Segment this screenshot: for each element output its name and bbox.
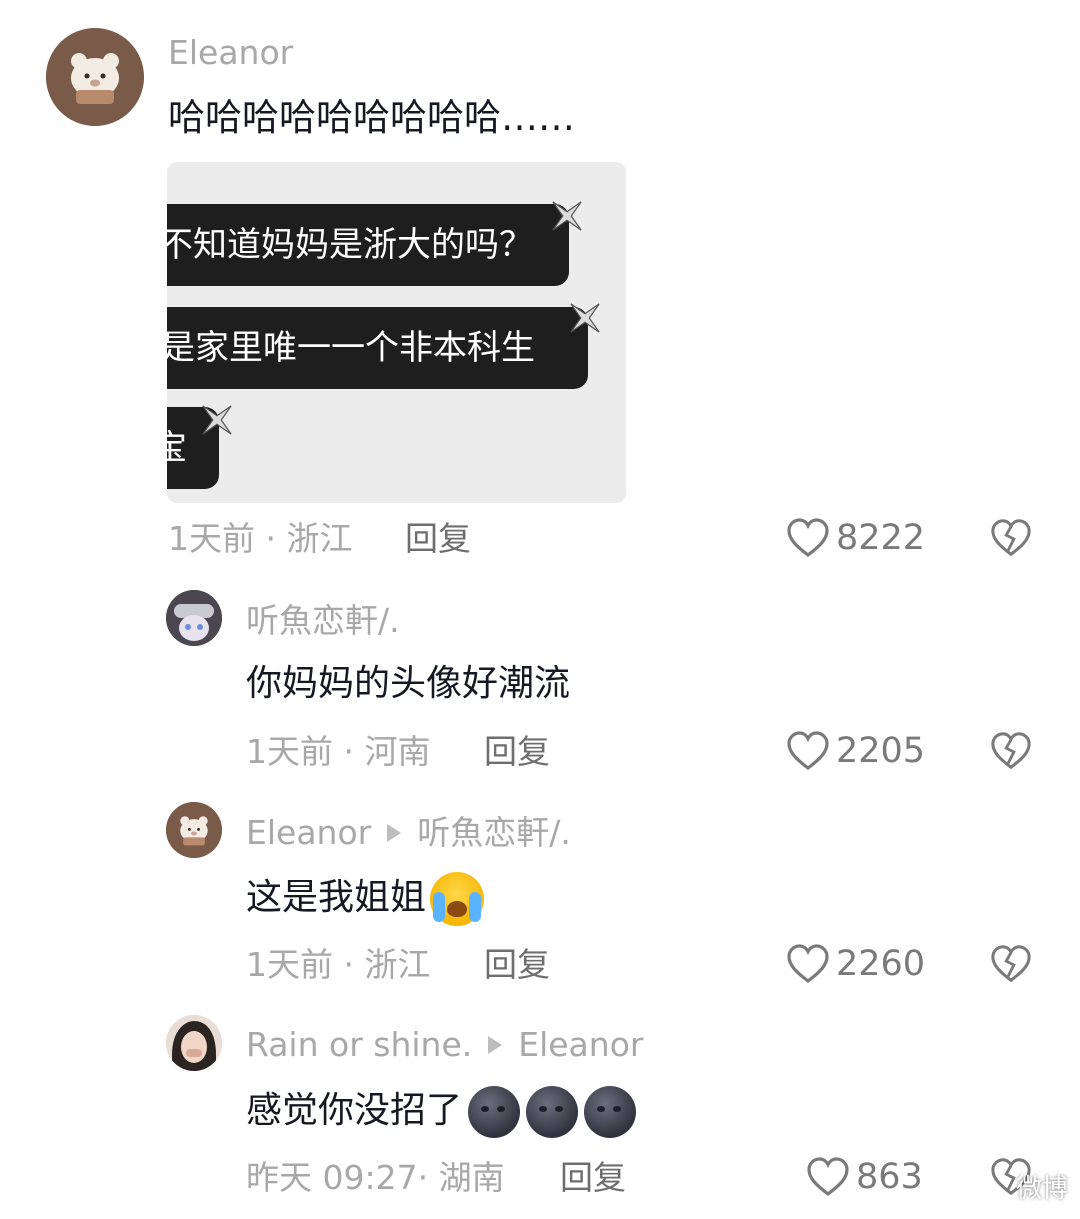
comment-username-row: Rain or shine. Eleanor — [246, 1028, 643, 1061]
comment-location: 湖南 — [438, 1158, 505, 1197]
like-count: 2260 — [836, 943, 926, 984]
avatar[interactable] — [166, 802, 222, 858]
dislike-button[interactable] — [990, 943, 1032, 989]
heart-icon — [787, 731, 829, 771]
sparkle-icon — [552, 201, 582, 231]
like-button[interactable]: 8222 — [786, 517, 925, 559]
comment-text-row: 感觉你没招了 — [246, 1086, 637, 1138]
heart-icon — [787, 944, 829, 984]
like-count: 2205 — [836, 730, 926, 771]
attached-screenshot[interactable]: 不知道妈妈是浙大的吗？ 是家里唯一一个非本科生 宝 — [167, 162, 626, 503]
dislike-button[interactable] — [990, 730, 1032, 776]
reply-button[interactable]: 回复 — [560, 1161, 626, 1194]
reply-button[interactable]: 回复 — [484, 735, 550, 768]
new-moon-face-icon — [584, 1086, 637, 1138]
comment-username[interactable]: 听魚恋軒/. — [246, 604, 400, 637]
reply-arrow-icon — [488, 1036, 503, 1054]
new-moon-face-icon — [468, 1086, 521, 1138]
separator: · — [265, 519, 277, 558]
chat-bubble: 是家里唯一一个非本科生 — [167, 307, 588, 389]
comment-username[interactable]: Rain or shine. — [246, 1025, 472, 1064]
reply-button[interactable]: 回复 — [484, 948, 550, 981]
like-count: 8222 — [836, 517, 926, 558]
comment-meta: 1天前 · 浙江 — [246, 948, 431, 981]
watermark: 微博 — [1016, 1168, 1068, 1205]
chat-bubble-text: 是家里唯一一个非本科生 — [167, 328, 535, 368]
avatar[interactable] — [166, 1015, 222, 1071]
sparkle-icon — [202, 405, 232, 435]
chat-bubble-text: 宝 — [167, 428, 187, 468]
comment-location: 浙江 — [286, 519, 353, 558]
avatar[interactable] — [46, 28, 144, 126]
reply-button[interactable]: 回复 — [405, 522, 471, 555]
user-photo-avatar-icon — [166, 1015, 222, 1071]
comment-text: 哈哈哈哈哈哈哈哈哈…… — [168, 96, 575, 139]
reply-to-username[interactable]: 听魚恋軒/. — [417, 813, 571, 852]
like-button[interactable]: 2205 — [786, 730, 925, 772]
comment-location: 浙江 — [364, 945, 431, 984]
watermark-text: 微博 — [1015, 1174, 1068, 1204]
comment-username-row: Eleanor 听魚恋軒/. — [246, 816, 571, 849]
comment-username[interactable]: Eleanor — [246, 813, 371, 852]
comment-time: 1天前 — [168, 519, 255, 558]
comment-username[interactable]: Eleanor — [168, 36, 293, 69]
bear-avatar-icon — [166, 802, 222, 858]
comment-meta: 1天前 · 河南 — [246, 735, 431, 768]
crying-face-icon — [430, 872, 485, 926]
broken-heart-icon — [991, 519, 1031, 557]
heart-icon — [787, 518, 829, 558]
avatar[interactable] — [166, 590, 222, 646]
dislike-button[interactable] — [990, 517, 1032, 563]
broken-heart-icon — [991, 945, 1031, 983]
comment-text: 你妈妈的头像好潮流 — [246, 663, 571, 704]
sparkle-icon — [570, 303, 600, 333]
chat-bubble: 不知道妈妈是浙大的吗？ — [167, 204, 569, 286]
separator: · — [343, 945, 355, 984]
new-moon-face-icon — [526, 1086, 579, 1138]
anime-avatar-icon — [166, 590, 222, 646]
comment-location: 河南 — [364, 732, 431, 771]
reply-arrow-icon — [387, 824, 402, 842]
comment-meta: 昨天 09:27· 湖南 — [246, 1161, 505, 1194]
comment-time: 1天前 — [246, 732, 333, 771]
comment-meta: 1天前 · 浙江 — [168, 522, 353, 555]
bear-avatar-icon — [46, 28, 144, 126]
comment-text: 感觉你没招了 — [246, 1090, 463, 1131]
comment-text: 这是我姐姐 — [246, 877, 427, 918]
reply-to-username[interactable]: Eleanor — [518, 1025, 643, 1064]
comment-time: 昨天 09:27 — [246, 1158, 418, 1197]
comment-text-row: 这是我姐姐 — [246, 872, 485, 926]
chat-bubble-text: 不知道妈妈是浙大的吗？ — [167, 225, 533, 265]
like-button[interactable]: 863 — [806, 1156, 923, 1198]
broken-heart-icon — [991, 732, 1031, 770]
like-count: 863 — [856, 1156, 923, 1197]
separator: · — [343, 732, 355, 771]
like-button[interactable]: 2260 — [786, 943, 925, 985]
separator: · — [417, 1158, 429, 1197]
heart-icon — [807, 1157, 849, 1197]
comment-time: 1天前 — [246, 945, 333, 984]
